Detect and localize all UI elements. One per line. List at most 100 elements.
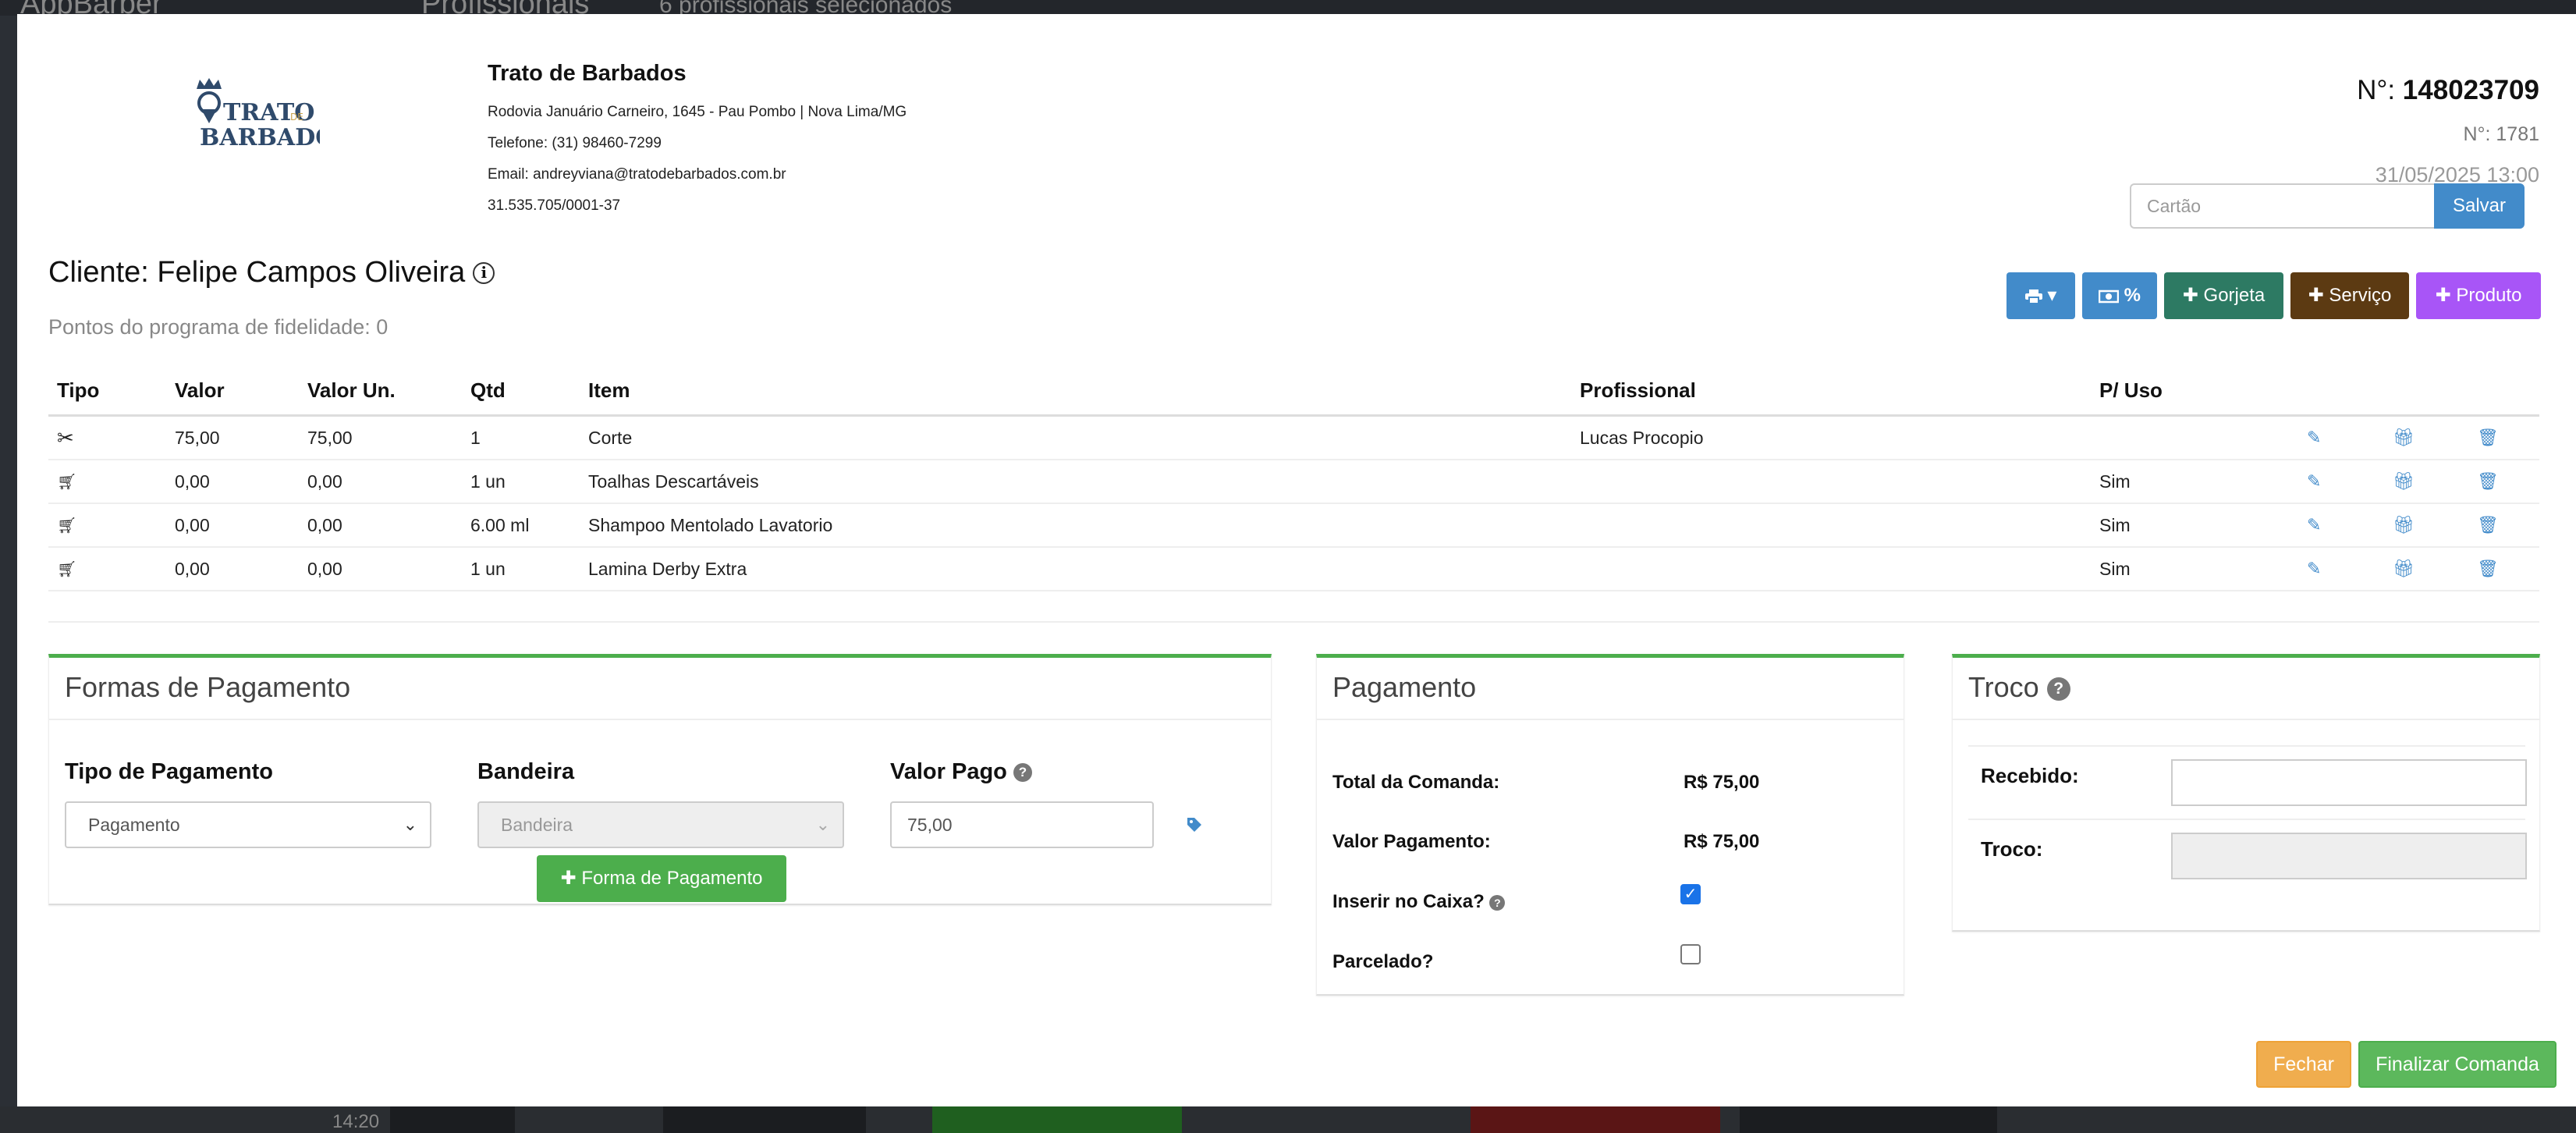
- plus-icon: ✚: [2308, 285, 2329, 306]
- change-title: Troco ?: [1953, 658, 2539, 720]
- company-info: Trato de Barbados Rodovia Januário Carne…: [488, 61, 907, 229]
- header-profissional: Profissional: [1580, 378, 1696, 402]
- chevron-down-icon: ⌄: [815, 815, 830, 834]
- payment-type-label: Tipo de Pagamento: [65, 759, 273, 784]
- header-tipo: Tipo: [57, 378, 100, 402]
- cart-icon: 🛒︎: [57, 560, 77, 578]
- add-tip-button[interactable]: ✚ Gorjeta: [2164, 272, 2283, 319]
- background-schedule-strip: [0, 1106, 2576, 1133]
- background-topbar: AppBarber Profissionais 6 profissionais …: [0, 0, 2576, 20]
- plus-icon: ✚: [560, 868, 582, 889]
- card-input-group: Cartão Salvar: [2130, 183, 2525, 229]
- add-product-button[interactable]: ✚ Produto: [2416, 272, 2541, 319]
- paid-value-input[interactable]: 75,00: [890, 801, 1154, 848]
- add-payment-method-button[interactable]: ✚ Forma de Pagamento: [537, 855, 786, 902]
- brand-label: Bandeira: [477, 759, 575, 784]
- company-address: Rodovia Januário Carneiro, 1645 - Pau Po…: [488, 104, 907, 120]
- order-modal: TRATO DE BARBADOS Trato de Barbados Rodo…: [17, 14, 2576, 1106]
- action-buttons: ▾ % ✚ Gorjeta ✚ Serviço ✚ Produto: [2007, 272, 2541, 319]
- order-number: N°: 148023709: [2357, 75, 2539, 105]
- chevron-down-icon: ⌄: [403, 815, 417, 834]
- cart-icon: 🛒︎: [57, 473, 77, 491]
- printer-icon: [2024, 285, 2048, 306]
- gift-icon[interactable]: 🎁︎: [2393, 471, 2415, 492]
- plus-icon: ✚: [2182, 285, 2204, 306]
- order-sub-number: N°: 1781: [2463, 123, 2539, 145]
- payment-type-select[interactable]: Pagamento ⌄: [65, 801, 431, 848]
- help-icon[interactable]: ?: [1013, 763, 1032, 783]
- gift-icon[interactable]: 🎁︎: [2393, 428, 2415, 448]
- trash-icon[interactable]: 🗑︎: [2477, 471, 2499, 492]
- brand-select[interactable]: Bandeira ⌄: [477, 801, 844, 848]
- paid-value-label: Valor Pago ?: [890, 759, 1032, 785]
- table-row: ✂ 75,00 75,00 1 Corte Lucas Procopio ✎ 🎁…: [48, 417, 2539, 460]
- info-icon[interactable]: i: [473, 261, 495, 284]
- payment-methods-panel: Formas de Pagamento Tipo de Pagamento Pa…: [48, 654, 1272, 905]
- total-label: Total da Comanda:: [1332, 772, 1500, 793]
- help-icon[interactable]: ?: [1489, 894, 1506, 911]
- table-row: 🛒︎ 0,00 0,00 1 un Toalhas Descartáveis S…: [48, 460, 2539, 504]
- money-icon: [2098, 285, 2124, 306]
- finalize-order-button[interactable]: Finalizar Comanda: [2358, 1041, 2556, 1088]
- payment-value-label: Valor Pagamento:: [1332, 831, 1491, 852]
- received-label: Recebido:: [1981, 764, 2079, 787]
- change-row: Troco:: [1968, 819, 2527, 892]
- company-phone: Telefone: (31) 98460-7299: [488, 135, 662, 151]
- company-name: Trato de Barbados: [488, 61, 687, 86]
- tag-icon[interactable]: [1186, 816, 1203, 837]
- cart-icon: 🛒︎: [57, 517, 77, 535]
- payment-panel: Pagamento Total da Comanda: R$ 75,00 Val…: [1316, 654, 1904, 996]
- gift-icon[interactable]: 🎁︎: [2393, 515, 2415, 535]
- payment-value: R$ 75,00: [1684, 831, 1760, 852]
- trash-icon[interactable]: 🗑︎: [2477, 559, 2499, 579]
- discount-button[interactable]: %: [2082, 272, 2157, 319]
- trash-icon[interactable]: 🗑︎: [2477, 515, 2499, 535]
- table-row: 🛒︎ 0,00 0,00 6.00 ml Shampoo Mentolado L…: [48, 504, 2539, 548]
- total-value: R$ 75,00: [1684, 772, 1760, 793]
- scissors-icon: ✂: [57, 425, 74, 449]
- edit-icon[interactable]: ✎: [2307, 515, 2321, 535]
- header-item: Item: [588, 378, 630, 402]
- edit-icon[interactable]: ✎: [2307, 559, 2321, 579]
- header-valor-un: Valor Un.: [307, 378, 396, 402]
- company-cnpj: 31.535.705/0001-37: [488, 197, 621, 214]
- header-uso: P/ Uso: [2099, 378, 2163, 402]
- company-logo: TRATO DE BARBADOS: [183, 73, 353, 159]
- help-icon[interactable]: ?: [2046, 677, 2070, 701]
- header-qtd: Qtd: [470, 378, 506, 402]
- company-email: Email: andreyviana@tratodebarbados.com.b…: [488, 166, 786, 183]
- received-row: Recebido:: [1968, 745, 2527, 819]
- background-sidebar: [0, 16, 17, 1133]
- order-header: N°: 148023709 N°: 1781 31/05/2025 13:00: [2357, 75, 2539, 187]
- gift-icon[interactable]: 🎁︎: [2393, 559, 2415, 579]
- card-input[interactable]: Cartão: [2130, 183, 2434, 229]
- loyalty-points: Pontos do programa de fidelidade: 0: [48, 315, 389, 339]
- divider: [48, 621, 2539, 623]
- save-button[interactable]: Salvar: [2434, 183, 2525, 229]
- plus-icon: ✚: [2435, 285, 2457, 306]
- change-output: [2171, 833, 2527, 879]
- table-row: 🛒︎ 0,00 0,00 1 un Lamina Derby Extra Sim…: [48, 548, 2539, 591]
- insert-cash-checkbox[interactable]: ✓: [1680, 884, 1701, 904]
- change-label: Troco:: [1981, 837, 2043, 861]
- trash-icon[interactable]: 🗑︎: [2477, 428, 2499, 448]
- items-table: Tipo Valor Valor Un. Qtd Item Profission…: [48, 367, 2539, 591]
- payment-methods-title: Formas de Pagamento: [49, 658, 1271, 720]
- close-button[interactable]: Fechar: [2256, 1041, 2351, 1088]
- insert-cash-label: Inserir no Caixa? ?: [1332, 891, 1506, 913]
- svg-text:DE: DE: [290, 112, 303, 123]
- payment-title: Pagamento: [1317, 658, 1904, 720]
- change-panel: Troco ? Recebido: Troco:: [1952, 654, 2540, 932]
- svg-text:BARBADOS: BARBADOS: [200, 124, 320, 151]
- print-button[interactable]: ▾: [2007, 272, 2075, 319]
- header-valor: Valor: [175, 378, 225, 402]
- client-name: Cliente: Felipe Campos Oliveira: [48, 256, 466, 289]
- received-input[interactable]: [2171, 759, 2527, 806]
- edit-icon[interactable]: ✎: [2307, 471, 2321, 492]
- add-service-button[interactable]: ✚ Serviço: [2290, 272, 2409, 319]
- installment-label: Parcelado?: [1332, 951, 1434, 972]
- print-dropdown-caret: ▾: [2047, 285, 2057, 306]
- table-header: Tipo Valor Valor Un. Qtd Item Profission…: [48, 367, 2539, 417]
- installment-checkbox[interactable]: [1680, 944, 1701, 964]
- edit-icon[interactable]: ✎: [2307, 428, 2321, 448]
